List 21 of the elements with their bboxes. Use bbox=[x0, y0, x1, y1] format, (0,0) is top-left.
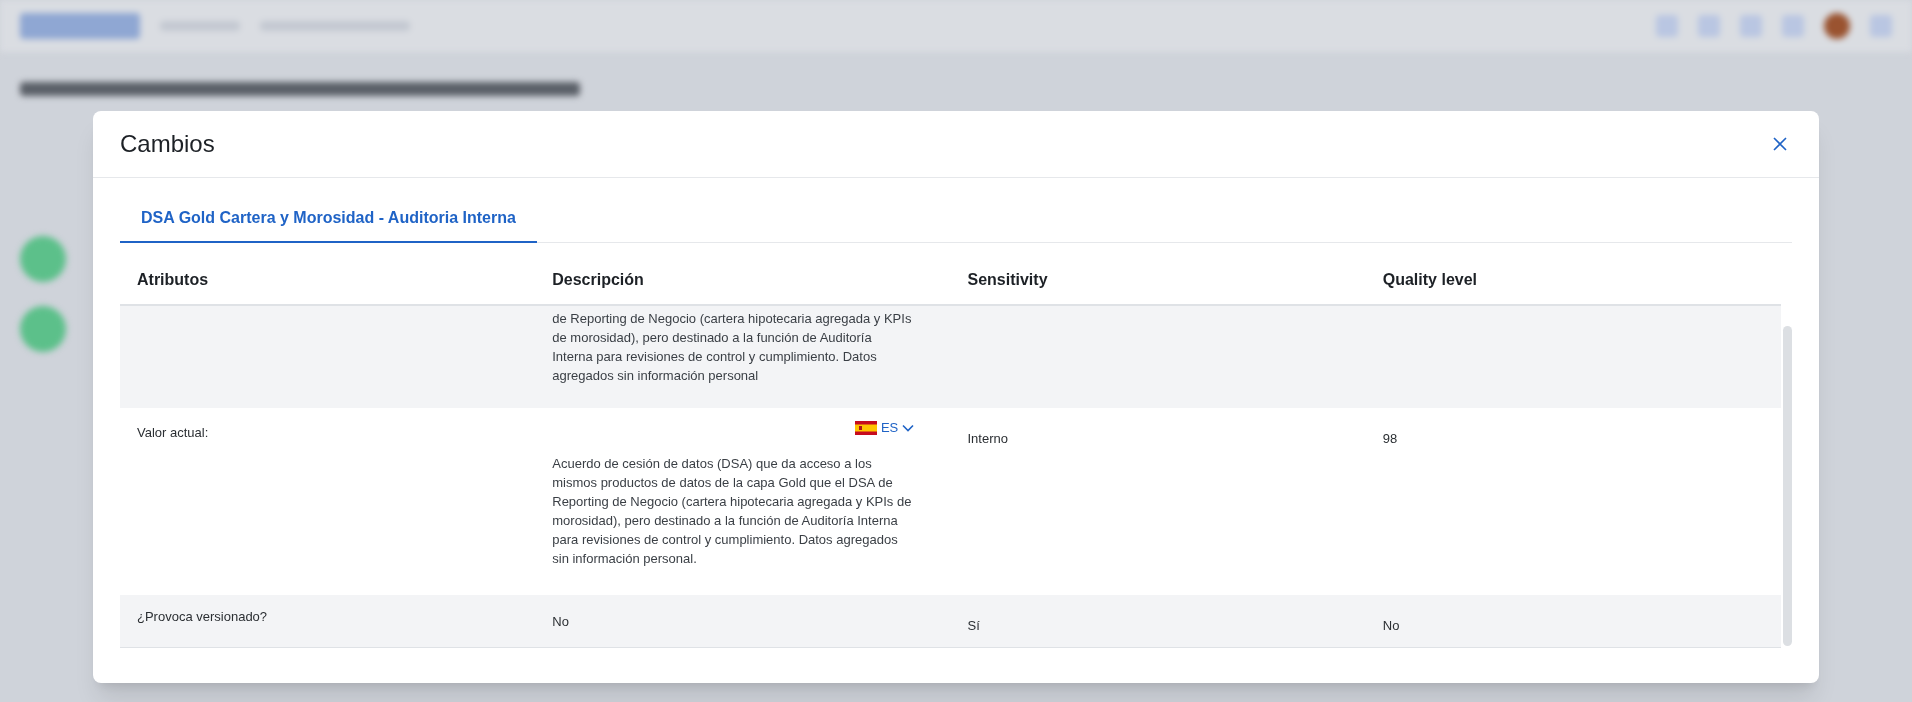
dialog-title: Cambios bbox=[120, 129, 215, 159]
table-cell: No bbox=[1382, 618, 1400, 633]
scrollbar[interactable] bbox=[1783, 326, 1792, 646]
column-header: Sensitivity bbox=[966, 269, 1049, 290]
table-cell: 98 bbox=[1382, 431, 1398, 446]
flag-icon bbox=[854, 420, 877, 435]
table-cell: Sí bbox=[967, 618, 980, 633]
column-header: Descripción bbox=[551, 269, 645, 290]
language-selector[interactable]: ES bbox=[854, 418, 915, 438]
table-cell: Interno bbox=[967, 431, 1008, 446]
close-icon bbox=[1773, 137, 1787, 151]
description-text: de Reporting de Negocio (cartera hipotecaria agregada y KPIs de morosidad), pero destinado a la función de Auditoría Interna para revisiones de control y cumplimiento. Datos agregados sin información personal bbox=[552, 310, 913, 385]
close-button[interactable] bbox=[1771, 135, 1789, 153]
attribute-label: Valor actual: bbox=[137, 425, 209, 440]
attribute-label: ¿Provoca versionado? bbox=[137, 609, 268, 624]
tab[interactable]: DSA Gold Cartera y Morosidad - Auditoria Interna bbox=[120, 206, 537, 243]
description-text: Acuerdo de cesión de datos (DSA) que da acceso a los mismos productos de datos de la capa Gold que el DSA de Reporting de Negocio (cartera hipotecaria agregada y KPIs de morosidad), pero destinado a la función de Auditoría Interna para revisiones de control y cumplimiento. Datos agregados sin información personal. bbox=[552, 454, 913, 568]
column-header: Quality level bbox=[1381, 269, 1478, 290]
table-cell-text: No bbox=[552, 613, 570, 631]
column-header: Atributos bbox=[136, 269, 210, 290]
chevron-down-icon bbox=[902, 423, 915, 432]
